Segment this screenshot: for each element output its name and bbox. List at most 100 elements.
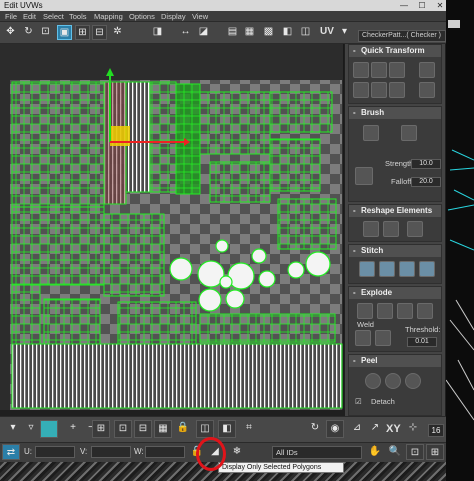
absolute-mode-icon[interactable]: ⇄ bbox=[2, 444, 20, 460]
stitch-options-icon[interactable] bbox=[419, 261, 435, 277]
grid-icon[interactable]: ▦ bbox=[242, 25, 257, 40]
pin-icon[interactable]: ↗ bbox=[366, 420, 384, 438]
rotate-ccw-icon[interactable]: ◉ bbox=[326, 420, 344, 438]
weld-all-icon[interactable] bbox=[375, 330, 391, 346]
lock-icon[interactable]: 🔒 bbox=[174, 420, 192, 438]
threshold-spinner[interactable]: 0.01 bbox=[407, 337, 437, 347]
break-icon[interactable] bbox=[357, 303, 373, 319]
relax-icon[interactable] bbox=[383, 221, 399, 237]
straighten-selection-icon[interactable] bbox=[363, 221, 379, 237]
display-toggle-icon[interactable]: ◪ bbox=[196, 25, 211, 40]
checker-icon[interactable]: ▩ bbox=[261, 25, 276, 40]
flatten-icon[interactable] bbox=[397, 303, 413, 319]
align-to-edge-icon[interactable] bbox=[353, 82, 369, 98]
relax-brush-icon[interactable] bbox=[401, 125, 417, 141]
peel-header[interactable]: - Peel bbox=[349, 355, 441, 367]
zoom-icon[interactable]: 🔍 bbox=[386, 444, 404, 460]
mirror-icon[interactable]: ⊞ bbox=[75, 25, 90, 40]
u-field[interactable] bbox=[35, 446, 75, 458]
xy-label[interactable]: XY bbox=[386, 423, 401, 435]
menu-options[interactable]: Options bbox=[129, 11, 155, 22]
select-by-icon[interactable]: ▦ bbox=[154, 420, 172, 438]
filter-icon[interactable]: ❄ bbox=[228, 444, 246, 460]
menu-mapping[interactable]: Mapping bbox=[94, 11, 123, 22]
soft-select-icon[interactable]: ◧ bbox=[218, 420, 236, 438]
explode-to-islands-icon[interactable] bbox=[377, 303, 393, 319]
menu-bar: File Edit Select Tools Mapping Options D… bbox=[0, 11, 446, 22]
paint-brush-icon[interactable] bbox=[363, 125, 379, 141]
reshape-elements-header[interactable]: - Reshape Elements bbox=[349, 205, 441, 217]
rotate-cw-icon[interactable]: ↻ bbox=[306, 420, 324, 438]
stitch-to-source-icon[interactable] bbox=[399, 261, 415, 277]
w-field[interactable] bbox=[145, 446, 185, 458]
material-ids-dropdown[interactable]: All IDs bbox=[272, 446, 362, 459]
close-button[interactable]: ✕ bbox=[434, 0, 446, 11]
quick-peel-icon[interactable] bbox=[365, 373, 381, 389]
menu-file[interactable]: File bbox=[5, 11, 17, 22]
checker-pattern-dropdown[interactable]: CheckerPatt...( Checker ) bbox=[358, 30, 446, 42]
detach-checkbox[interactable]: ☑ bbox=[355, 397, 362, 407]
reshape-options-icon[interactable] bbox=[407, 221, 423, 237]
sync-icon[interactable]: ↔ bbox=[178, 25, 193, 40]
show-seams-icon[interactable]: ⌗ bbox=[240, 420, 258, 438]
peel-mode-icon[interactable] bbox=[385, 373, 401, 389]
zoom-extents-selected-icon[interactable]: ⊞ bbox=[426, 444, 444, 460]
scale-icon[interactable]: ⊡ bbox=[38, 25, 53, 40]
quick-transform-header[interactable]: - Quick Transform bbox=[349, 45, 441, 57]
uv-viewport[interactable] bbox=[0, 44, 344, 410]
polygon-mode-icon[interactable] bbox=[40, 420, 58, 438]
distribute-icon[interactable] bbox=[419, 62, 435, 78]
explode-header[interactable]: - Explode bbox=[349, 287, 441, 299]
uv-canvas[interactable] bbox=[0, 44, 344, 410]
menu-tools[interactable]: Tools bbox=[69, 11, 87, 22]
align-horizontal-icon[interactable] bbox=[371, 62, 387, 78]
minimize-button[interactable]: — bbox=[398, 0, 410, 11]
move-icon[interactable]: ✥ bbox=[3, 25, 18, 40]
v-field[interactable] bbox=[91, 446, 131, 458]
menu-view[interactable]: View bbox=[192, 11, 208, 22]
element-select-icon[interactable]: ⊟ bbox=[134, 420, 152, 438]
stitch-to-target-icon[interactable] bbox=[359, 261, 375, 277]
snap-icon[interactable]: ✲ bbox=[110, 25, 125, 40]
zoom-extents-icon[interactable]: ▤ bbox=[225, 25, 240, 40]
zoom-region-icon[interactable]: ⊡ bbox=[406, 444, 424, 460]
ring-icon[interactable]: ⊡ bbox=[114, 420, 132, 438]
strength-spinner[interactable]: 10.0 bbox=[411, 159, 441, 169]
space-icon[interactable] bbox=[389, 82, 405, 98]
pivot-icon[interactable] bbox=[419, 82, 435, 98]
edge-loop-icon[interactable]: ◫ bbox=[196, 420, 214, 438]
edge-mode-icon[interactable]: ▿ bbox=[22, 420, 40, 438]
channel-icon[interactable]: ◫ bbox=[298, 25, 313, 40]
reshape-elements-rollout: - Reshape Elements bbox=[348, 204, 442, 242]
grid-size-field[interactable]: 16 bbox=[428, 424, 444, 437]
falloff-spinner[interactable]: 20.0 bbox=[411, 177, 441, 187]
weld-selected-icon[interactable] bbox=[355, 330, 371, 346]
brush-header[interactable]: - Brush bbox=[349, 107, 441, 119]
window-titlebar[interactable]: Edit UVWs — ☐ ✕ bbox=[0, 0, 474, 11]
straighten-icon[interactable] bbox=[371, 82, 387, 98]
maximize-button[interactable]: ☐ bbox=[416, 0, 428, 11]
rotate-90-icon[interactable] bbox=[389, 62, 405, 78]
grow-icon[interactable]: + bbox=[64, 420, 82, 438]
render-icon[interactable]: ◧ bbox=[280, 25, 295, 40]
rotate-icon[interactable]: ↻ bbox=[21, 25, 36, 40]
peel-reset-icon[interactable] bbox=[405, 373, 421, 389]
vertex-mode-icon[interactable]: ▾ bbox=[4, 420, 22, 438]
menu-display[interactable]: Display bbox=[161, 11, 186, 22]
grid-snap-icon[interactable]: ⊹ bbox=[404, 420, 422, 438]
explode-options-icon[interactable] bbox=[417, 303, 433, 319]
menu-edit[interactable]: Edit bbox=[23, 11, 36, 22]
options-icon[interactable]: ▾ bbox=[337, 25, 352, 40]
loop-icon[interactable]: ⊞ bbox=[92, 420, 110, 438]
stitch-header[interactable]: - Stitch bbox=[349, 245, 441, 257]
flip-icon[interactable]: ⊟ bbox=[92, 25, 107, 40]
freeform-icon[interactable]: ▣ bbox=[57, 25, 72, 40]
stitch-average-icon[interactable] bbox=[379, 261, 395, 277]
pan-icon[interactable]: ✋ bbox=[366, 444, 384, 460]
uv-label[interactable]: UV bbox=[320, 26, 334, 37]
menu-select[interactable]: Select bbox=[43, 11, 64, 22]
align-vertical-icon[interactable] bbox=[353, 62, 369, 78]
show-map-icon[interactable]: ◨ bbox=[150, 25, 165, 40]
brush-line-icon[interactable] bbox=[355, 167, 373, 185]
align-icon[interactable]: ⊿ bbox=[348, 420, 366, 438]
